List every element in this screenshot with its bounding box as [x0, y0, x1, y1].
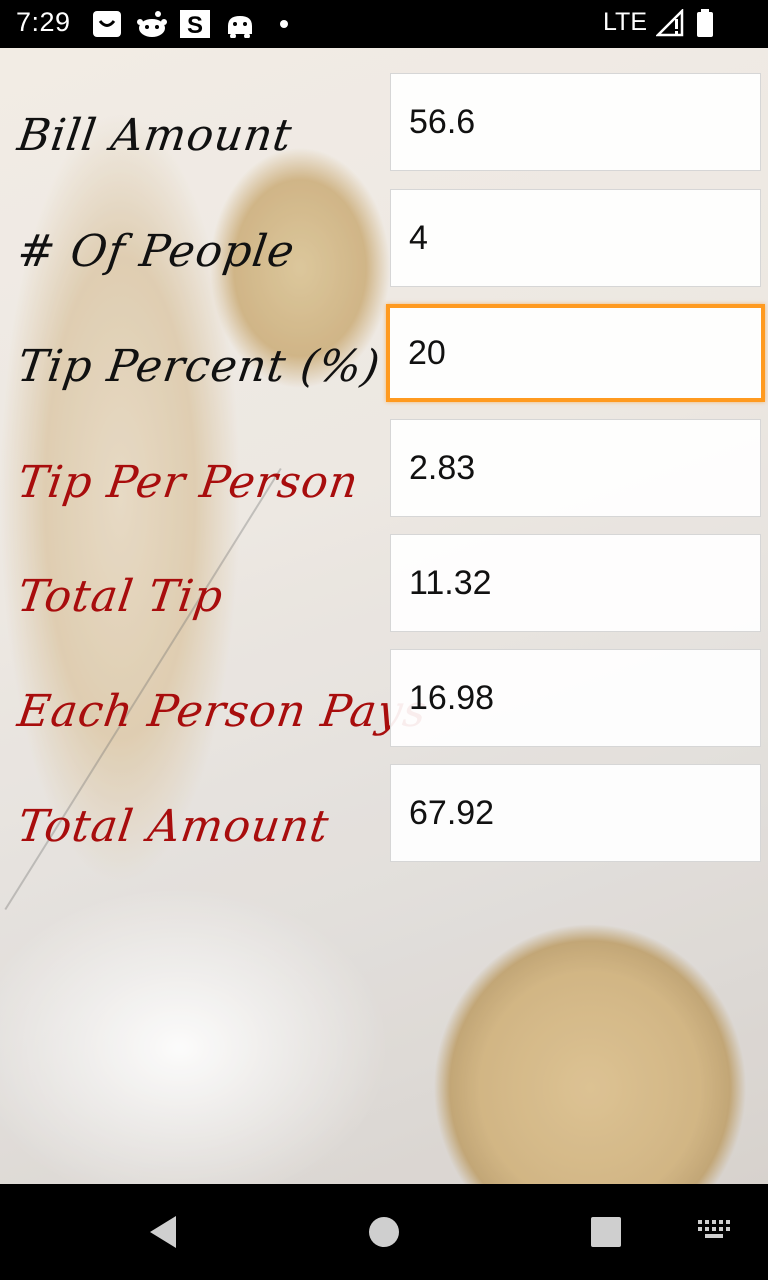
recents-icon[interactable] — [588, 1212, 624, 1252]
label-tip-per-person: Tip Per Person — [14, 457, 362, 508]
keyboard-icon[interactable] — [696, 1218, 736, 1248]
svg-text:S: S — [187, 12, 203, 38]
s-app-icon: S — [180, 10, 210, 38]
back-icon[interactable] — [144, 1212, 180, 1252]
label-total-amount: Total Amount — [14, 801, 333, 852]
reddit-icon — [137, 11, 167, 37]
tip-percent-field[interactable]: 20 — [386, 304, 765, 402]
network-label: LTE — [603, 8, 647, 36]
notification-app-icon — [93, 11, 121, 37]
battery-icon — [697, 9, 713, 37]
each-person-pays-field[interactable]: 16.98 — [390, 649, 761, 747]
label-tip-percent: Tip Percent (%) — [14, 341, 384, 392]
bill-amount-field[interactable]: 56.6 — [390, 73, 761, 171]
label-bill-amount: Bill Amount — [14, 110, 296, 161]
navigation-bar — [0, 1184, 768, 1280]
tip-per-person-field[interactable]: 2.83 — [390, 419, 761, 517]
signal-icon — [656, 9, 684, 37]
home-icon[interactable] — [366, 1212, 402, 1252]
status-bar: 7:29 S LTE — [0, 0, 768, 48]
dot-icon — [280, 20, 288, 28]
label-each-person-pays: Each Person Pays — [14, 686, 431, 737]
status-time: 7:29 — [16, 7, 71, 37]
android-icon — [228, 16, 252, 38]
number-of-people-field[interactable]: 4 — [390, 189, 761, 287]
label-number-of-people: # Of People — [14, 226, 299, 277]
label-total-tip: Total Tip — [14, 571, 227, 622]
total-amount-field[interactable]: 67.92 — [390, 764, 761, 862]
total-tip-field[interactable]: 11.32 — [390, 534, 761, 632]
tip-calculator-screen: Bill Amount 56.6 # Of People 4 Tip Perce… — [0, 48, 768, 1184]
